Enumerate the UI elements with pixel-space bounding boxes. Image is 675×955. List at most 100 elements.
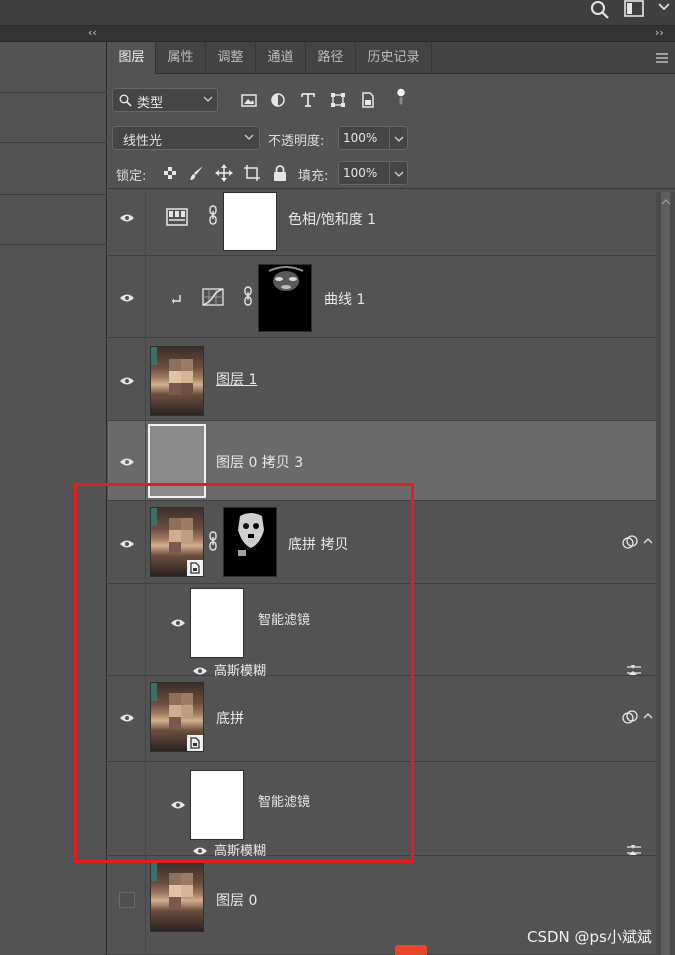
- visibility-toggle-off[interactable]: [119, 892, 135, 908]
- top-bar: [0, 0, 675, 26]
- visibility-column: [108, 584, 146, 675]
- workspace-view-icon[interactable]: [624, 0, 648, 18]
- visibility-column: [108, 338, 146, 420]
- layer-name[interactable]: 色相/饱和度 1: [288, 209, 376, 229]
- adjustment-filter-icon[interactable]: [269, 91, 287, 109]
- chevron-down-icon: [244, 134, 254, 140]
- eye-icon[interactable]: [192, 846, 208, 856]
- layer-row-layer-0-copy-3[interactable]: 图层 0 拷贝 3: [108, 421, 656, 501]
- layer-thumbnail[interactable]: [148, 424, 206, 498]
- tab-channels[interactable]: 通道: [256, 42, 306, 74]
- tab-history[interactable]: 历史记录: [356, 42, 432, 74]
- shape-filter-icon[interactable]: [329, 91, 347, 109]
- type-filter-icon[interactable]: [299, 91, 317, 109]
- scrollbar-thumb[interactable]: [661, 192, 670, 955]
- blend-mode-value: 线性光: [123, 134, 163, 149]
- layer-thumbnail[interactable]: [150, 682, 204, 752]
- lock-position-icon[interactable]: [215, 164, 233, 182]
- eye-icon[interactable]: [192, 666, 208, 676]
- tab-paths[interactable]: 路径: [306, 42, 356, 74]
- layer-name[interactable]: 底拼: [216, 708, 244, 728]
- smart-filter-row[interactable]: 智能滤镜 高斯模糊: [108, 762, 656, 859]
- layer-name[interactable]: 曲线 1: [324, 289, 365, 309]
- opacity-dropdown[interactable]: [390, 126, 408, 150]
- layer-thumbnail[interactable]: [150, 346, 204, 416]
- eye-icon[interactable]: [119, 539, 135, 549]
- panel-menu-icon[interactable]: [656, 52, 668, 64]
- scroll-up-icon[interactable]: [661, 198, 671, 206]
- collapse-left-button[interactable]: ‹‹: [88, 26, 97, 39]
- curves-mask-image: [268, 266, 304, 291]
- layer-thumbnail[interactable]: [150, 507, 204, 577]
- layer-name[interactable]: 图层 1: [216, 369, 257, 389]
- layer-name[interactable]: 图层 0: [216, 890, 257, 910]
- smart-object-filter-icon[interactable]: [359, 91, 377, 109]
- layer-mask-thumbnail[interactable]: [223, 192, 277, 251]
- tab-layers[interactable]: 图层: [108, 42, 156, 74]
- chain-link-icon[interactable]: [243, 286, 253, 306]
- lock-artboard-icon[interactable]: [243, 164, 261, 182]
- layer-row-hue-saturation[interactable]: 色相/饱和度 1: [108, 192, 656, 256]
- smart-filter-label[interactable]: 智能滤镜: [258, 791, 310, 810]
- opacity-input[interactable]: 100%: [338, 126, 390, 150]
- eye-icon[interactable]: [119, 457, 135, 467]
- chevron-down-icon: [394, 136, 404, 142]
- chevron-up-icon[interactable]: [643, 712, 653, 720]
- eye-icon[interactable]: [119, 213, 135, 223]
- tab-adjustments[interactable]: 调整: [206, 42, 256, 74]
- chain-link-icon[interactable]: [208, 205, 218, 225]
- layer-row-smart-object[interactable]: 底拼: [108, 676, 656, 762]
- chain-link-icon[interactable]: [208, 531, 218, 551]
- layer-name[interactable]: 底拼 拷贝: [288, 534, 348, 554]
- layer-row-curves[interactable]: 曲线 1: [108, 256, 656, 338]
- visibility-column: [108, 501, 146, 583]
- eye-icon[interactable]: [170, 618, 186, 628]
- filter-toggle-icon[interactable]: [392, 88, 410, 106]
- layers-panel: 图层 属性 调整 通道 路径 历史记录 类型 线性光 不透明度: 100% 锁定…: [108, 42, 675, 955]
- layer-name[interactable]: 图层 0 拷贝 3: [216, 452, 303, 472]
- layer-mask-thumbnail[interactable]: [223, 507, 277, 577]
- layer-mask-thumbnail[interactable]: [258, 264, 312, 332]
- smart-filter-indicator-icon[interactable]: [622, 535, 638, 549]
- eye-icon[interactable]: [170, 800, 186, 810]
- collapse-right-button[interactable]: ››: [655, 26, 664, 39]
- filter-row: 类型: [108, 86, 675, 116]
- tab-properties[interactable]: 属性: [156, 42, 206, 74]
- eye-icon[interactable]: [119, 293, 135, 303]
- clipping-arrow-icon: [172, 295, 181, 304]
- eye-icon[interactable]: [119, 713, 135, 723]
- panel-collapse-strip: ‹‹ ››: [0, 26, 675, 42]
- filter-kind-select[interactable]: 类型: [112, 88, 218, 112]
- fill-input[interactable]: 100%: [338, 161, 390, 185]
- lock-row: 锁定: 填充: 100%: [108, 159, 675, 189]
- lock-image-pixels-icon[interactable]: [188, 164, 206, 182]
- eye-icon[interactable]: [119, 376, 135, 386]
- mask-image: [238, 513, 264, 556]
- smart-object-badge-icon: [187, 735, 203, 751]
- search-icon[interactable]: [590, 0, 610, 20]
- smart-filter-row[interactable]: 智能滤镜 高斯模糊: [108, 584, 656, 679]
- lock-label: 锁定:: [116, 169, 147, 184]
- chevron-up-icon[interactable]: [643, 537, 653, 545]
- filter-blending-options-icon[interactable]: [626, 844, 642, 856]
- filter-blending-options-icon[interactable]: [626, 664, 642, 676]
- lock-all-icon[interactable]: [271, 164, 289, 182]
- smart-filter-indicator-icon[interactable]: [622, 710, 638, 724]
- layer-thumbnail[interactable]: [150, 862, 204, 932]
- blend-row: 线性光 不透明度: 100%: [108, 124, 675, 154]
- layer-row-layer-1[interactable]: 图层 1: [108, 338, 656, 421]
- left-dock-row: [0, 42, 107, 93]
- hue-saturation-icon: [166, 208, 188, 226]
- left-dock-row: [0, 143, 107, 195]
- smart-filter-mask-thumbnail[interactable]: [190, 588, 244, 658]
- watermark: CSDN @ps小斌斌: [527, 928, 652, 946]
- lock-transparent-pixels-icon[interactable]: [161, 164, 179, 182]
- smart-filter-mask-thumbnail[interactable]: [190, 770, 244, 840]
- blend-mode-select[interactable]: 线性光: [112, 126, 260, 150]
- layers-scrollbar[interactable]: [656, 192, 675, 955]
- smart-filter-label[interactable]: 智能滤镜: [258, 609, 310, 628]
- image-filter-icon[interactable]: [240, 91, 258, 109]
- layer-row-smart-object-copy[interactable]: 底拼 拷贝: [108, 501, 656, 584]
- chevron-down-icon[interactable]: [657, 0, 671, 14]
- fill-dropdown[interactable]: [390, 161, 408, 185]
